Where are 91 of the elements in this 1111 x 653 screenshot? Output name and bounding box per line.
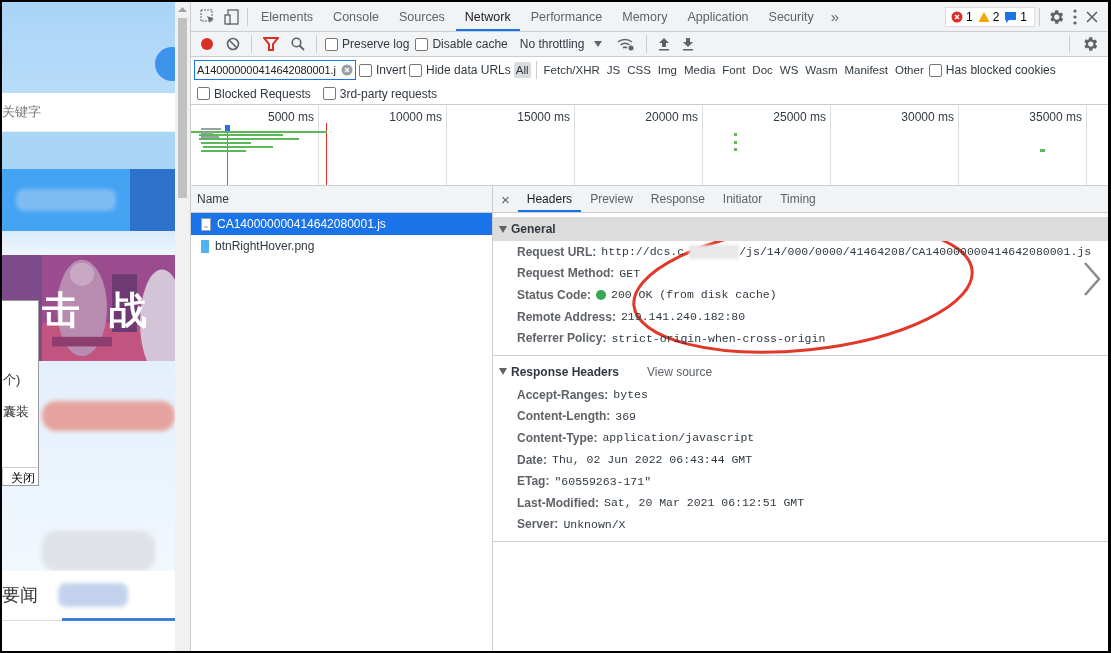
caret-icon <box>594 41 603 47</box>
type-filter-button[interactable]: JS <box>604 62 623 78</box>
checkbox-option[interactable]: Hide data URLs <box>409 63 511 77</box>
time-tick-label: 5000 ms <box>267 110 314 124</box>
section-header[interactable]: Response Headers <box>499 364 620 379</box>
file-icon <box>201 217 211 231</box>
header-name: Accept-Ranges: <box>517 387 609 402</box>
time-tick-label: 35000 ms <box>1029 110 1082 124</box>
header-name: Remote Address: <box>517 309 616 324</box>
details-tab[interactable]: Response <box>641 186 714 212</box>
search-hint: 关键字 <box>2 103 41 122</box>
checkbox-option[interactable]: Invert <box>359 63 406 77</box>
checkbox-option[interactable]: Blocked Requests <box>197 86 311 101</box>
header-name: Request URL: <box>517 244 597 259</box>
type-filter-button[interactable]: WS <box>777 62 801 78</box>
throttling-dropdown[interactable]: No throttling <box>513 36 609 52</box>
message-icon <box>1004 10 1018 23</box>
header-value: application/javascript <box>602 431 755 445</box>
waterfall-marks <box>734 133 740 153</box>
details-tab[interactable]: Preview <box>581 186 642 212</box>
type-filter-button[interactable]: Img <box>655 62 679 78</box>
time-tick-label: 15000 ms <box>517 110 570 124</box>
header-name: Content-Type: <box>517 430 598 445</box>
close-button[interactable]: 关闭 <box>2 467 38 485</box>
filter-field[interactable]: A140000000414642080001.j <box>194 60 356 80</box>
triangle-icon <box>499 225 507 233</box>
record-button[interactable] <box>200 37 214 51</box>
header-name: Status Code: <box>517 288 591 302</box>
panel-tab[interactable]: Application <box>678 2 758 31</box>
header-name: Last-Modified: <box>517 495 599 510</box>
type-filter-button[interactable]: Font <box>720 62 748 78</box>
panel-tab[interactable]: Sources <box>390 2 454 31</box>
type-filter-button[interactable]: Other <box>892 62 926 78</box>
chevron-right-icon[interactable] <box>1082 261 1102 297</box>
column-header[interactable]: Name <box>197 192 229 206</box>
header-value: "60559263-171" <box>554 474 652 488</box>
checkbox-option[interactable]: Disable cache <box>415 37 508 51</box>
type-filter-button[interactable]: Fetch/XHR <box>541 62 602 78</box>
details-tab[interactable]: Headers <box>517 186 582 212</box>
details-tab[interactable]: Timing <box>771 186 825 212</box>
issues-badge[interactable]: 1 2 1 <box>944 6 1035 27</box>
panel-tab[interactable]: Console <box>324 2 388 31</box>
scrollbar-thumb[interactable] <box>178 18 187 198</box>
type-filter-button[interactable]: Media <box>682 62 718 78</box>
header-value: http://dcs.c <box>601 245 685 259</box>
type-filter-button[interactable]: Manifest <box>842 62 890 78</box>
checkbox-option[interactable]: 3rd-party requests <box>322 86 438 101</box>
header-name: Date: <box>517 452 547 467</box>
request-row[interactable]: CA140000000414642080001.js <box>191 213 492 235</box>
warning-icon <box>977 10 990 23</box>
type-filter-button[interactable]: Doc <box>750 62 775 78</box>
type-filter-button[interactable]: CSS <box>625 62 653 78</box>
header-value: Thu, 02 Jun 2022 06:43:44 GMT <box>552 453 753 467</box>
image-file-icon <box>201 239 209 253</box>
header-name: Server: <box>517 517 559 532</box>
header-name: Referrer Policy: <box>517 331 607 346</box>
close-details-button[interactable]: × <box>499 186 518 212</box>
panel-tab[interactable]: Memory <box>613 2 677 31</box>
type-filter-button[interactable]: All <box>513 62 531 78</box>
more-tabs-button[interactable]: » <box>824 7 846 26</box>
clear-field-icon[interactable] <box>341 64 353 76</box>
panel-tab[interactable]: Performance <box>521 2 612 31</box>
checkbox-option[interactable]: Has blocked cookies <box>928 63 1056 77</box>
view-source-link[interactable]: View source <box>647 364 713 379</box>
popup-text: 囊装 <box>3 403 30 421</box>
panel-tab[interactable]: Elements <box>252 2 323 31</box>
triangle-icon <box>499 368 507 376</box>
section-header[interactable]: General <box>499 222 556 236</box>
time-tick-label: 10000 ms <box>389 110 442 124</box>
section-title[interactable]: 要闻 <box>2 583 38 608</box>
header-value: bytes <box>613 388 648 402</box>
error-icon <box>950 10 963 23</box>
panel-tab[interactable]: Security <box>759 2 823 31</box>
blurred-area <box>58 583 128 608</box>
header-name: ETag: <box>517 474 550 489</box>
type-filter-button[interactable]: Wasm <box>803 62 840 78</box>
header-value: 369 <box>615 409 637 423</box>
header-value: Sat, 20 Mar 2021 06:12:51 GMT <box>604 496 805 510</box>
header-value: Unknown/X <box>563 517 626 531</box>
header-value: GET <box>619 266 641 280</box>
checkbox-option[interactable]: Preserve log <box>325 37 410 51</box>
popup-text: 个) <box>3 371 22 389</box>
redacted-area <box>689 244 740 259</box>
waterfall-mark <box>1040 149 1045 152</box>
header-value: 200 OK (from disk cache) <box>611 288 777 302</box>
time-tick-label: 30000 ms <box>901 110 954 124</box>
header-name: Request Method: <box>517 266 615 281</box>
header-name: Content-Length: <box>517 409 611 424</box>
details-tab[interactable]: Initiator <box>713 186 772 212</box>
time-tick-label: 20000 ms <box>645 110 698 124</box>
time-tick-label: 25000 ms <box>773 110 826 124</box>
